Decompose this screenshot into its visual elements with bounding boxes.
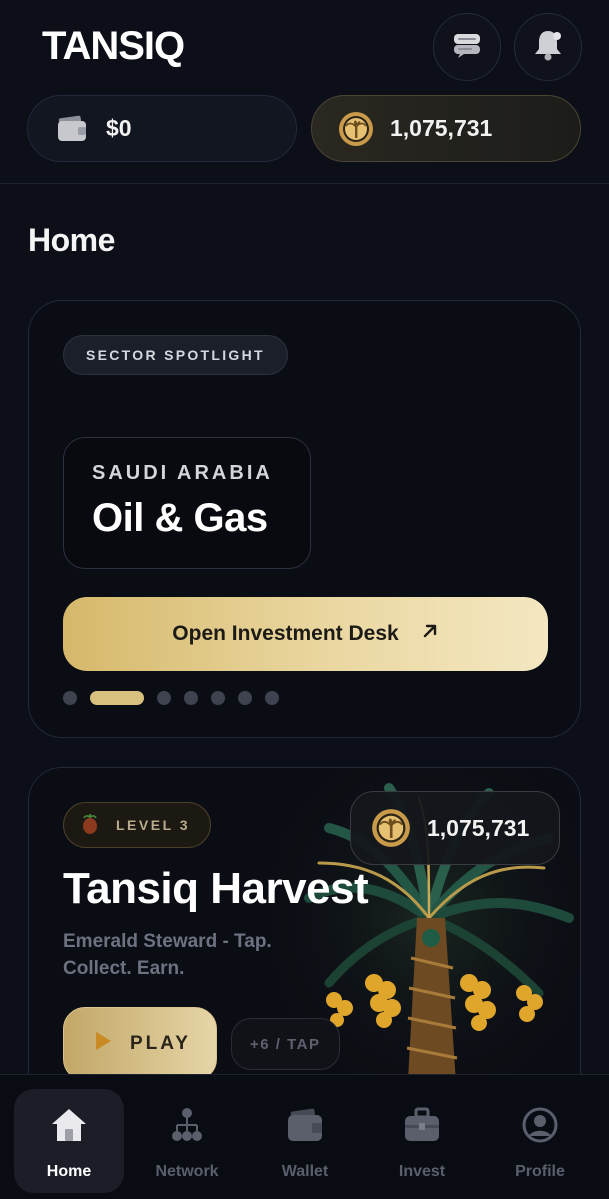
sector-name: Oil & Gas: [92, 496, 268, 540]
notifications-button[interactable]: [514, 13, 582, 81]
nav-label-profile: Profile: [515, 1163, 565, 1180]
play-button[interactable]: PLAY: [63, 1007, 217, 1081]
nav-label-home: Home: [46, 1163, 92, 1180]
harvest-subtitle: Emerald Steward - Tap. Collect. Earn.: [63, 931, 272, 979]
app-logo: TANSIQ: [42, 24, 185, 68]
wallet-icon: [285, 1105, 325, 1145]
palm-coin-icon: [338, 111, 374, 147]
harvest-title: Tansiq Harvest: [63, 864, 369, 913]
bell-icon: [532, 28, 564, 67]
carousel-dots: [63, 691, 279, 705]
coin-balance[interactable]: 1,075,731: [311, 95, 581, 162]
nav-label-wallet: Wallet: [281, 1163, 329, 1180]
page-title: Home: [28, 222, 115, 258]
briefcase-icon: [402, 1105, 442, 1145]
cash-value: $0: [106, 115, 132, 141]
messages-button[interactable]: [433, 13, 501, 81]
spotlight-tag: SECTOR SPOTLIGHT: [63, 335, 288, 375]
open-investment-desk-button[interactable]: Open Investment Desk: [63, 597, 548, 671]
profile-icon: [520, 1105, 560, 1145]
chat-icon: [452, 31, 482, 64]
level-label: LEVEL 3: [116, 817, 191, 833]
desk-button-label: Open Investment Desk: [172, 622, 399, 645]
home-icon: [49, 1105, 89, 1145]
arrow-up-right-icon: [421, 622, 439, 646]
nav-item-wallet[interactable]: Wallet: [250, 1089, 360, 1193]
bottom-navigation: Home Network Wallet Invest Profile: [0, 1074, 609, 1199]
carousel-dot[interactable]: [211, 691, 225, 705]
harvest-coin-badge: 1,075,731: [350, 791, 560, 865]
play-label: PLAY: [130, 1033, 191, 1054]
sector-country: SAUDI ARABIA: [92, 462, 273, 484]
nav-item-profile[interactable]: Profile: [485, 1089, 595, 1193]
carousel-dot-active[interactable]: [90, 691, 144, 705]
wallet-icon: [54, 111, 90, 147]
carousel-dot[interactable]: [157, 691, 171, 705]
sector-spotlight-card[interactable]: SECTOR SPOTLIGHT SAUDI ARABIA Oil & Gas …: [28, 300, 581, 738]
harvest-coin-value: 1,075,731: [427, 814, 530, 841]
tap-reward-badge: +6 / TAP: [231, 1018, 340, 1070]
cash-balance[interactable]: $0: [27, 95, 297, 162]
palm-coin-icon: [371, 808, 411, 848]
level-badge: LEVEL 3: [63, 802, 212, 848]
nav-item-invest[interactable]: Invest: [367, 1089, 477, 1193]
nav-label-invest: Invest: [398, 1163, 446, 1180]
carousel-dot[interactable]: [184, 691, 198, 705]
play-icon: [94, 1031, 112, 1057]
nav-item-home[interactable]: Home: [14, 1089, 124, 1193]
network-icon: [167, 1105, 207, 1145]
date-fruit-icon: [80, 813, 100, 838]
top-header: TANSIQ $0 1,075,731: [0, 0, 609, 184]
nav-item-network[interactable]: Network: [132, 1089, 242, 1193]
sector-info: SAUDI ARABIA Oil & Gas: [63, 437, 311, 569]
coin-value: 1,075,731: [390, 115, 493, 141]
nav-label-network: Network: [155, 1163, 219, 1180]
carousel-dot[interactable]: [63, 691, 77, 705]
carousel-dot[interactable]: [265, 691, 279, 705]
tansiq-harvest-card[interactable]: LEVEL 3 1,075,731 Tansiq Harvest Emerald…: [28, 767, 581, 1097]
carousel-dot[interactable]: [238, 691, 252, 705]
